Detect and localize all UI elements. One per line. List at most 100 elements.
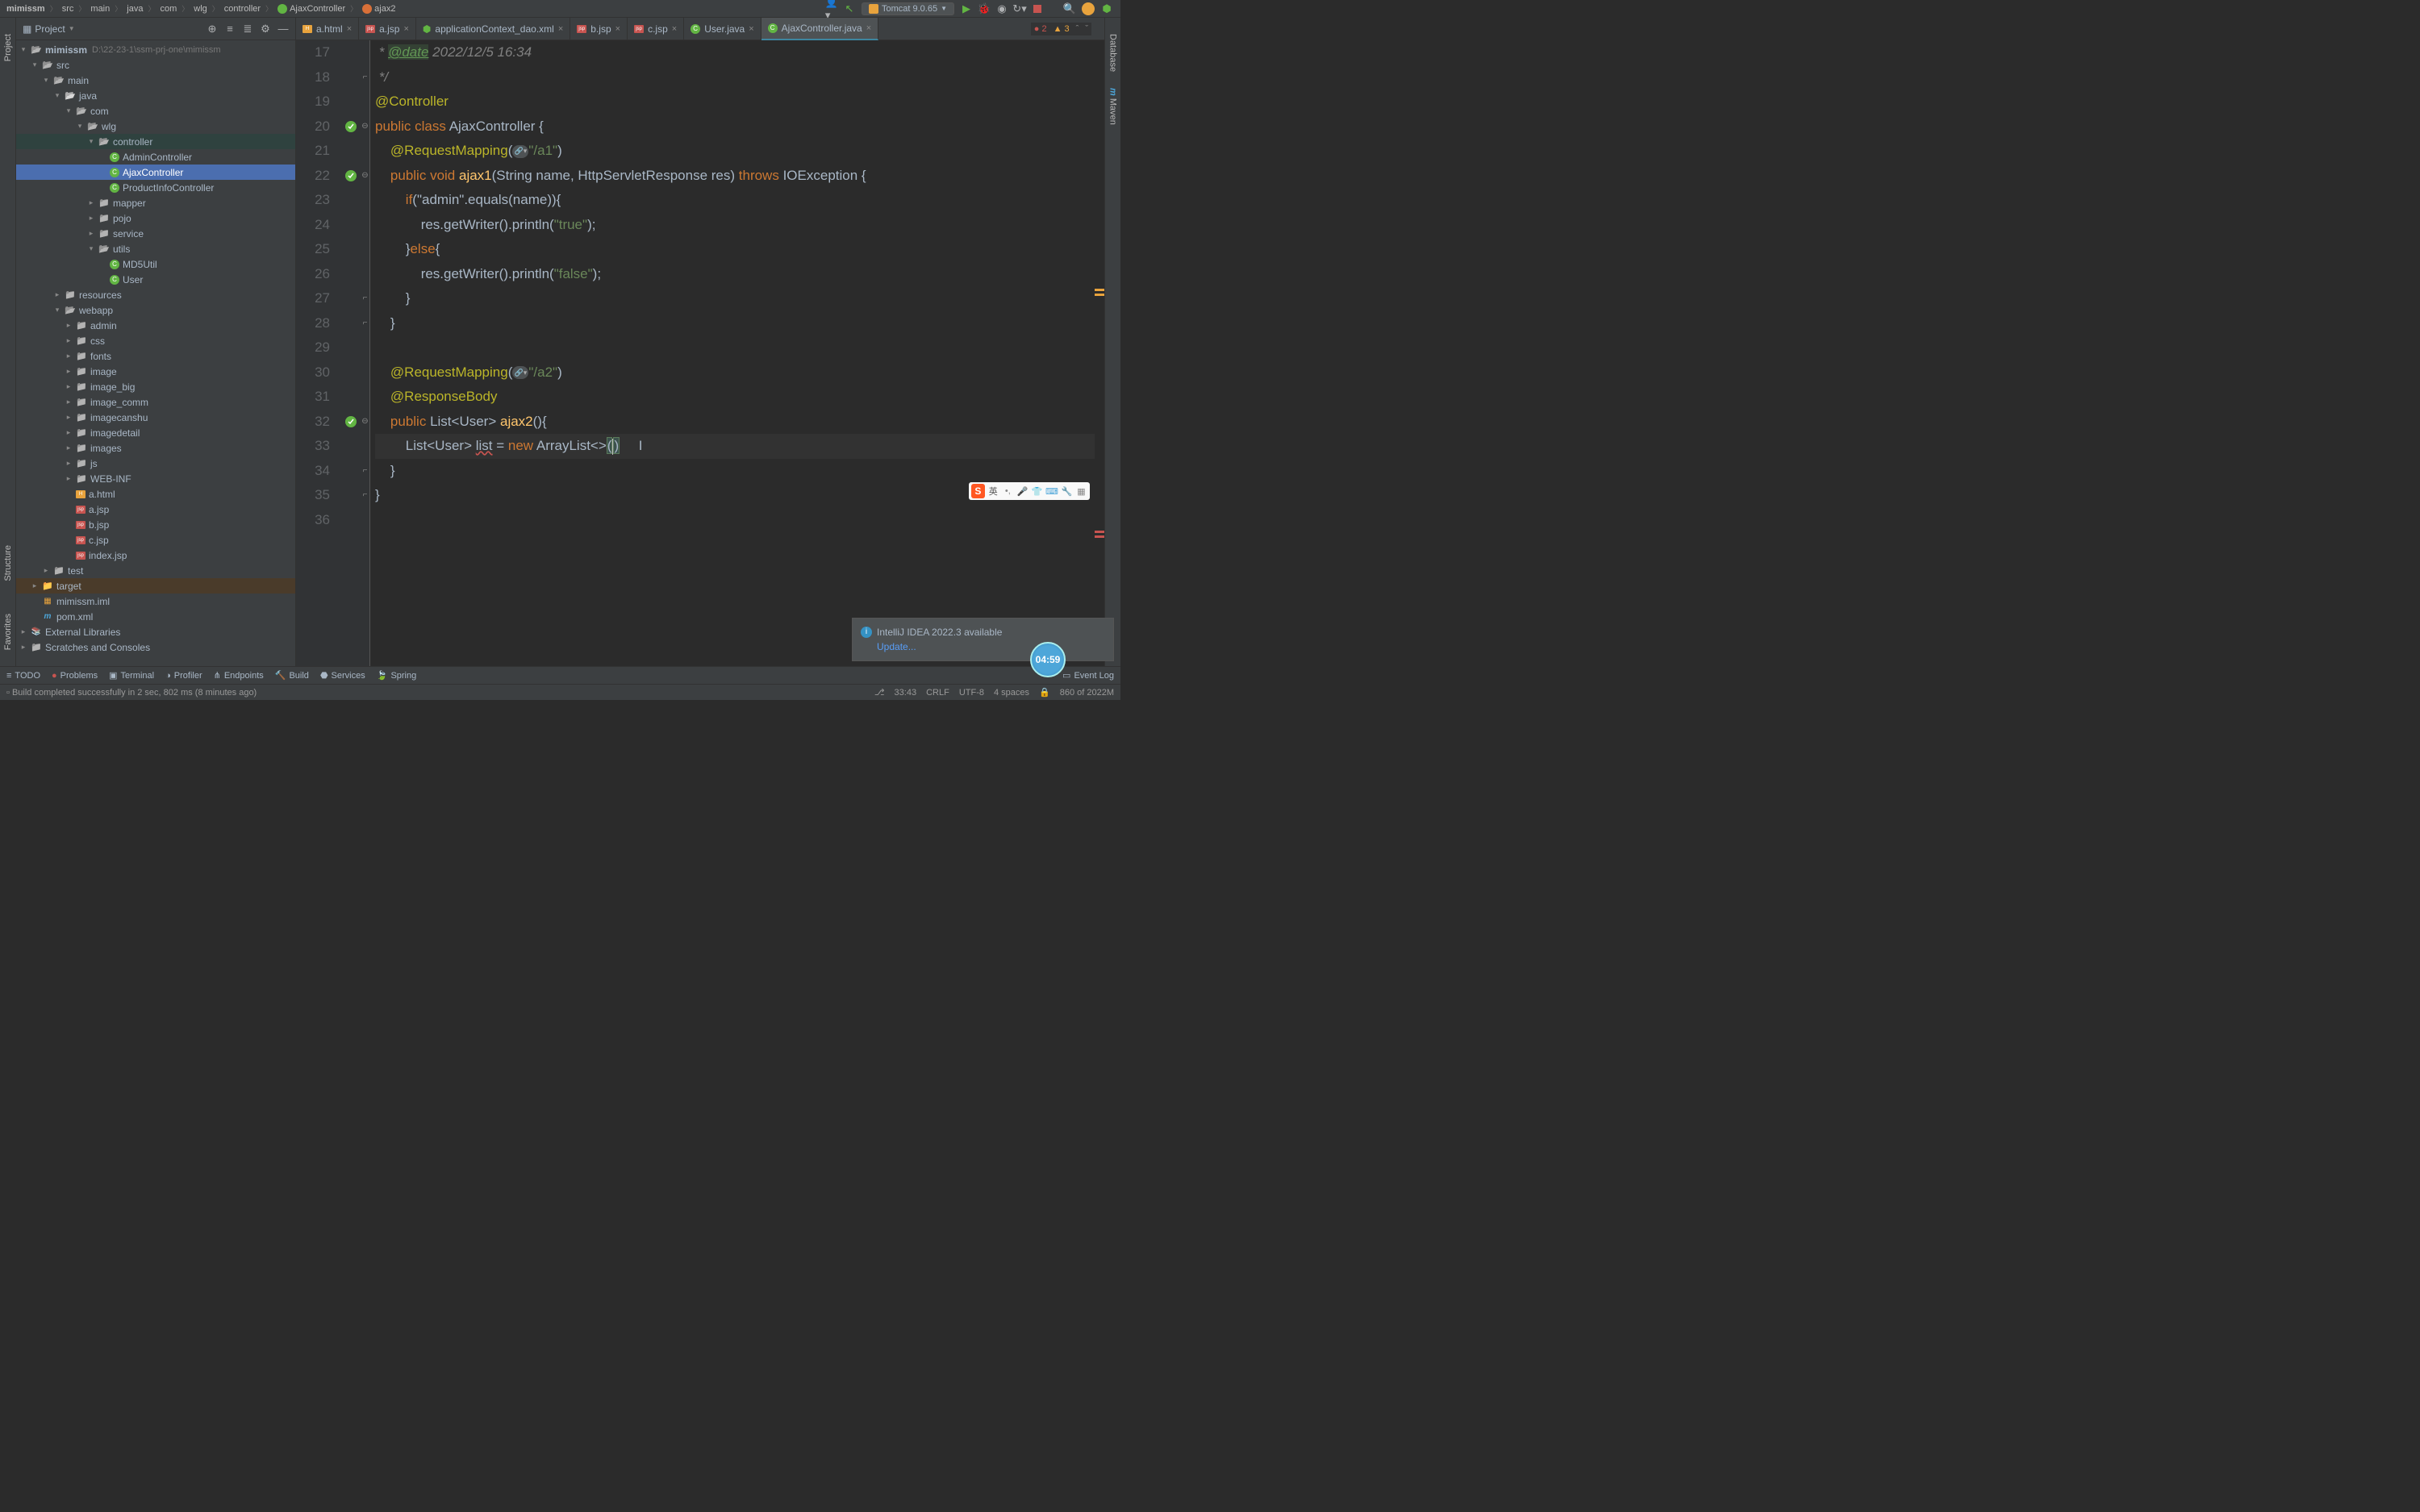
terminal-tool[interactable]: ▣ Terminal xyxy=(109,670,154,681)
user-icon[interactable]: 👤▾ xyxy=(826,3,837,15)
tab-ajsp[interactable]: jspa.jsp× xyxy=(359,18,416,40)
tree-user[interactable]: User xyxy=(16,272,295,287)
close-icon[interactable]: × xyxy=(866,23,871,33)
tree-java[interactable]: ▾java xyxy=(16,88,295,103)
tree-extlib[interactable]: ▸External Libraries xyxy=(16,624,295,639)
error-strip[interactable] xyxy=(1095,40,1104,666)
tree-webinf[interactable]: ▸WEB-INF xyxy=(16,471,295,486)
lock-icon[interactable]: 🔒 xyxy=(1039,687,1050,698)
close-icon[interactable]: × xyxy=(615,24,620,34)
tree-pojo[interactable]: ▸pojo xyxy=(16,210,295,226)
cursor-position[interactable]: 33:43 xyxy=(895,688,917,698)
spring-tool[interactable]: 🍃 Spring xyxy=(377,670,417,681)
tree-ajaxctrl[interactable]: AjaxController xyxy=(16,165,295,180)
close-icon[interactable]: × xyxy=(403,24,408,34)
ime-keyboard-icon[interactable]: ⌨ xyxy=(1045,484,1058,498)
tree-controller[interactable]: ▾controller xyxy=(16,134,295,149)
tab-ajaxcontroller[interactable]: AjaxController.java× xyxy=(761,18,879,40)
encoding[interactable]: UTF-8 xyxy=(959,688,984,698)
tree-resources[interactable]: ▸resources xyxy=(16,287,295,302)
tree-imagebig[interactable]: ▸image_big xyxy=(16,379,295,394)
tree-js[interactable]: ▸js xyxy=(16,456,295,471)
tree-scratches[interactable]: ▸Scratches and Consoles xyxy=(16,639,295,655)
tree-image[interactable]: ▸image xyxy=(16,364,295,379)
hide-icon[interactable]: — xyxy=(277,23,289,35)
collapse-icon[interactable]: ≣ xyxy=(242,23,253,35)
profile-icon[interactable]: ↻▾ xyxy=(1014,3,1025,15)
project-tool-button[interactable]: Project xyxy=(3,34,13,61)
tree-com[interactable]: ▾com xyxy=(16,103,295,119)
timer-badge[interactable]: 04:59 xyxy=(1030,642,1066,677)
tree-indexjsp[interactable]: jspindex.jsp xyxy=(16,548,295,563)
tree-imagecanshu[interactable]: ▸imagecanshu xyxy=(16,410,295,425)
settings-icon[interactable]: ⬢ xyxy=(1101,3,1112,15)
crumb-wlg[interactable]: wlg xyxy=(190,4,211,14)
tree-images[interactable]: ▸images xyxy=(16,440,295,456)
tree-test[interactable]: ▸test xyxy=(16,563,295,578)
ime-voice-icon[interactable]: 🎤 xyxy=(1016,484,1028,498)
tree-md5[interactable]: MD5Util xyxy=(16,256,295,272)
prev-highlight-icon[interactable]: ˆ xyxy=(1076,24,1079,34)
tree-utils[interactable]: ▾utils xyxy=(16,241,295,256)
indent[interactable]: 4 spaces xyxy=(994,688,1029,698)
inspection-widget[interactable]: ● 2 ▲ 3 ˆ ˇ xyxy=(1031,23,1091,35)
update-link[interactable]: Update... xyxy=(877,641,1105,652)
tree-prodctrl[interactable]: ProductInfoController xyxy=(16,180,295,195)
tree-service[interactable]: ▸service xyxy=(16,226,295,241)
tree-cjsp[interactable]: jspc.jsp xyxy=(16,532,295,548)
crumb-method[interactable]: ajax2 xyxy=(359,4,398,14)
tab-appcontext[interactable]: ⬢applicationContext_dao.xml× xyxy=(416,18,570,40)
memory[interactable]: 860 of 2022M xyxy=(1060,688,1114,698)
line-sep[interactable]: CRLF xyxy=(926,688,949,698)
ime-toolbar[interactable]: S 英 •, 🎤 👕 ⌨ 🔧 ▦ xyxy=(969,482,1090,500)
project-panel-title[interactable]: ▦ Project ▼ xyxy=(23,23,75,35)
tab-ahtml[interactable]: Ha.html× xyxy=(296,18,359,40)
crumb-controller[interactable]: controller xyxy=(221,4,264,14)
tree-imagecomm[interactable]: ▸image_comm xyxy=(16,394,295,410)
tree-admin[interactable]: ▸admin xyxy=(16,318,295,333)
database-tool-button[interactable]: Database xyxy=(1108,34,1118,72)
panel-settings-icon[interactable]: ⚙ xyxy=(260,23,271,35)
expand-icon[interactable]: ≡ xyxy=(224,23,236,35)
crumb-src[interactable]: src xyxy=(59,4,77,14)
tree-iml[interactable]: ▦mimissm.iml xyxy=(16,594,295,609)
endpoints-tool[interactable]: ⋔ Endpoints xyxy=(214,670,264,681)
run-config-selector[interactable]: Tomcat 9.0.65▼ xyxy=(862,2,954,15)
build-tool[interactable]: 🔨 Build xyxy=(275,670,309,681)
fold-gutter[interactable]: ⌐⊖⊖⌐⌐⊖⌐⌐ xyxy=(361,40,370,666)
project-tree[interactable]: ▾mimissmD:\22-23-1\ssm-prj-one\mimissm ▾… xyxy=(16,40,295,666)
url-icon[interactable]: 🔗▾ xyxy=(512,145,528,158)
profiler-tool[interactable]: ◑ Profiler xyxy=(165,670,202,681)
git-icon[interactable]: ⎇ xyxy=(874,687,885,698)
crumb-main[interactable]: main xyxy=(87,4,113,14)
avatar-icon[interactable] xyxy=(1082,2,1095,15)
tree-bjsp[interactable]: jspb.jsp xyxy=(16,517,295,532)
structure-tool-button[interactable]: Structure xyxy=(3,545,13,581)
run-icon[interactable]: ▶ xyxy=(961,3,972,15)
tree-src[interactable]: ▾src xyxy=(16,57,295,73)
tree-fonts[interactable]: ▸fonts xyxy=(16,348,295,364)
spring-nav-icon[interactable] xyxy=(344,120,357,133)
tree-target[interactable]: ▸target xyxy=(16,578,295,594)
search-icon[interactable]: 🔍 xyxy=(1064,3,1075,15)
services-tool[interactable]: ⬣ Services xyxy=(320,670,365,681)
event-log-tool[interactable]: ▭ Event Log xyxy=(1062,670,1114,681)
todo-tool[interactable]: ≡ TODO xyxy=(6,670,40,681)
tab-user[interactable]: User.java× xyxy=(684,18,761,40)
problems-tool[interactable]: ● Problems xyxy=(52,670,98,681)
ime-tool-icon[interactable]: 🔧 xyxy=(1061,484,1073,498)
ime-grid-icon[interactable]: ▦ xyxy=(1075,484,1087,498)
tree-pom[interactable]: mpom.xml xyxy=(16,609,295,624)
tab-bjsp[interactable]: jspb.jsp× xyxy=(570,18,628,40)
tree-main[interactable]: ▾main xyxy=(16,73,295,88)
favorites-tool-button[interactable]: Favorites xyxy=(3,614,13,650)
tree-root[interactable]: ▾mimissmD:\22-23-1\ssm-prj-one\mimissm xyxy=(16,42,295,57)
crumb-com[interactable]: com xyxy=(156,4,180,14)
crumb-class[interactable]: AjaxController xyxy=(274,4,348,14)
maven-tool-button[interactable]: m Maven xyxy=(1108,88,1118,125)
back-icon[interactable]: ↖ xyxy=(844,3,855,15)
ime-logo-icon[interactable]: S xyxy=(971,484,985,498)
code-content[interactable]: * @date 2022/12/5 16:34 */ @Controller p… xyxy=(370,40,1104,666)
tree-css[interactable]: ▸css xyxy=(16,333,295,348)
close-icon[interactable]: × xyxy=(749,24,753,34)
